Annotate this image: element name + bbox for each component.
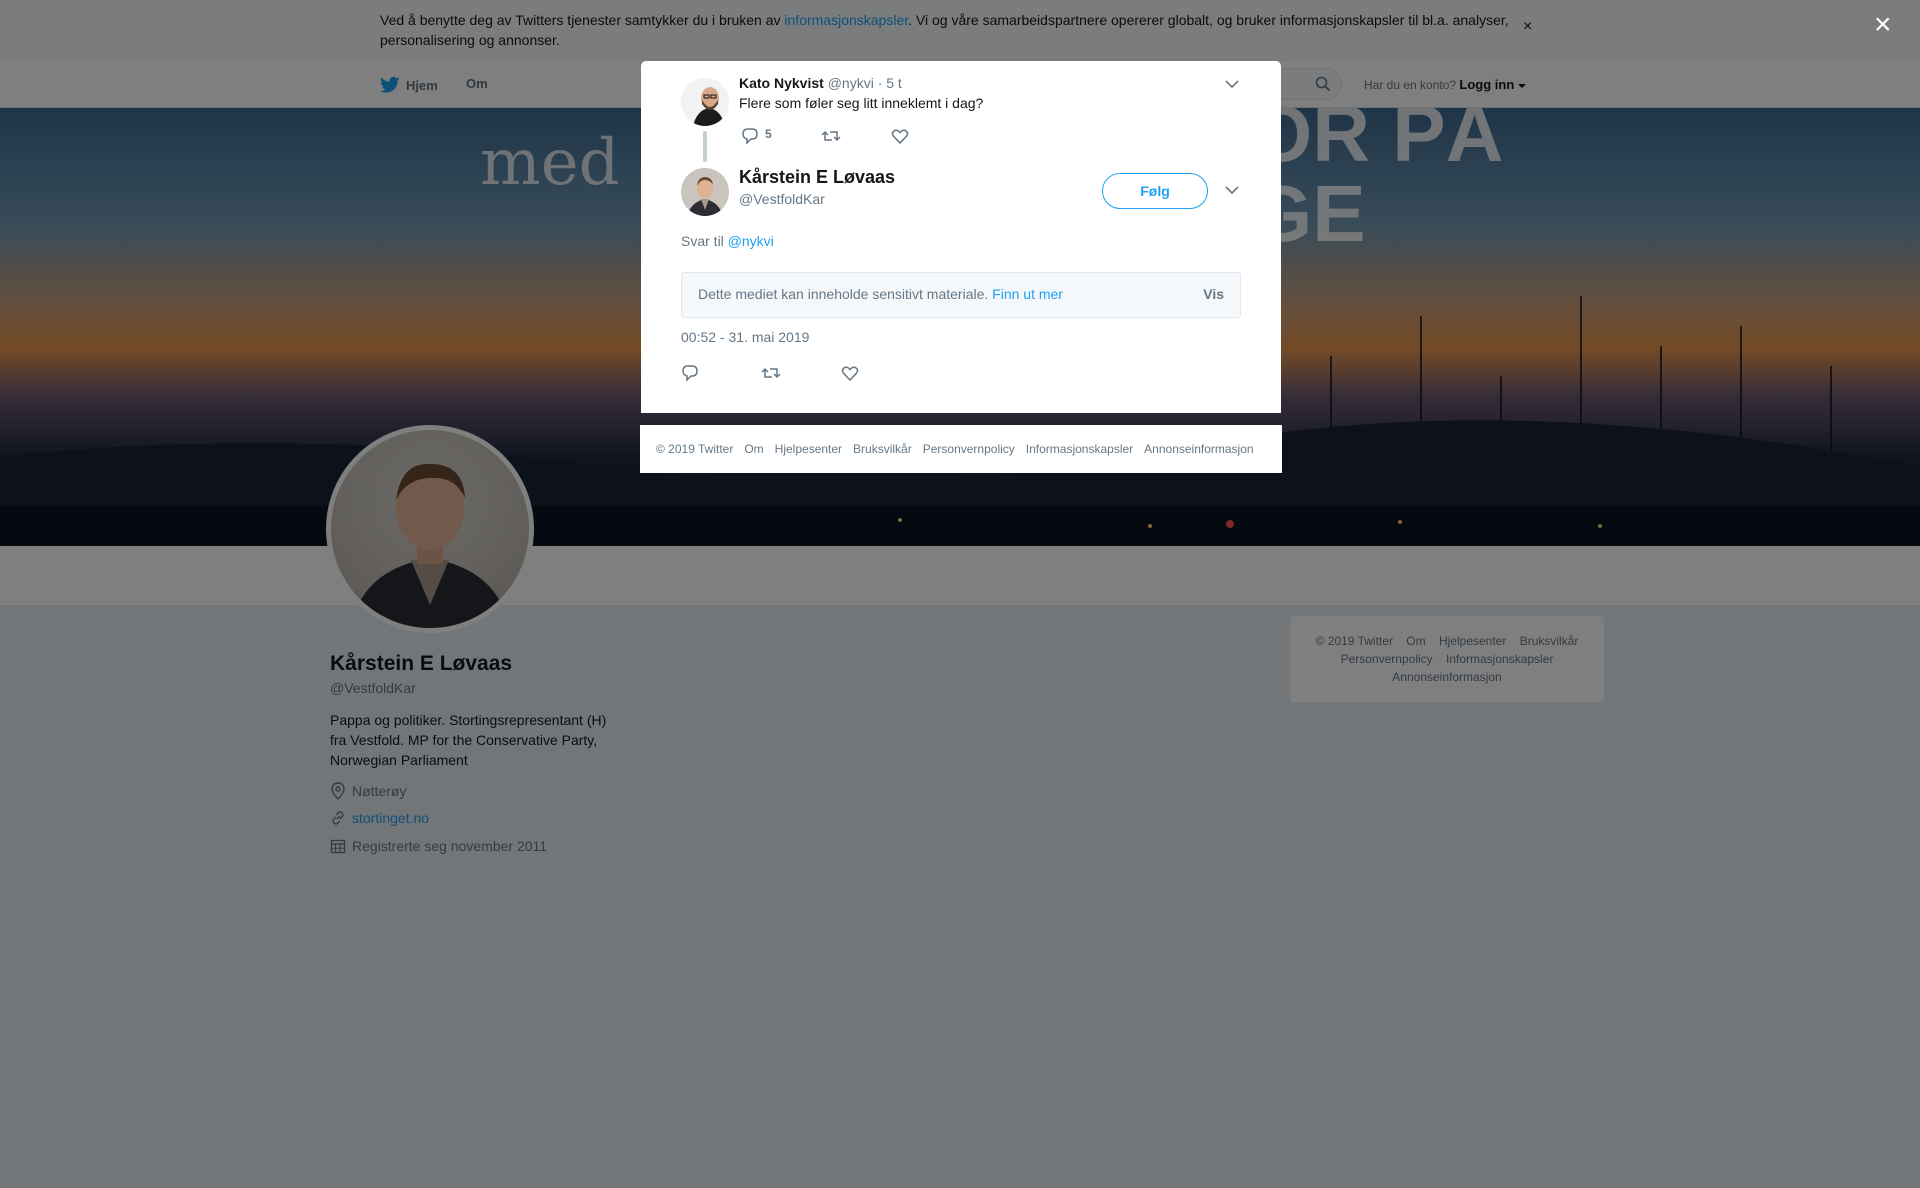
parent-reply-action[interactable]: 5 [741,127,821,145]
follow-button[interactable]: Følg [1102,173,1208,209]
parent-reply-count: 5 [765,127,772,141]
tweet-avatar-photo [681,168,729,216]
tweet-modal: Kato Nykvist @nykvi · 5 t Flere som føle… [641,61,1281,413]
show-media-button[interactable]: Vis [1203,286,1224,302]
reply-icon[interactable] [741,127,759,145]
tweet-author-avatar[interactable] [681,168,729,216]
retweet-icon[interactable] [821,127,841,145]
modal-footer-privacy[interactable]: Personvernpolicy [923,442,1015,456]
sensitive-text: Dette mediet kan inneholde sensitivt mat… [698,286,989,302]
reply-to-label: Svar til [681,233,724,249]
chevron-down-icon[interactable] [1225,185,1239,195]
modal-footer-cookies[interactable]: Informasjonskapsler [1026,442,1133,456]
modal-footer: © 2019 Twitter Om Hjelpesenter Bruksvilk… [640,425,1282,473]
modal-footer-copyright: © 2019 Twitter [656,442,734,456]
like-icon[interactable] [891,127,909,145]
sensitive-message: Dette mediet kan inneholde sensitivt mat… [698,286,1063,302]
tweet-author-handle[interactable]: @VestfoldKar [739,191,825,207]
sensitive-media-notice: Dette mediet kan inneholde sensitivt mat… [681,272,1241,318]
parent-tweet-header: Kato Nykvist @nykvi · 5 t [739,75,902,91]
reply-context: Svar til @nykvi [681,233,774,249]
reply-icon[interactable] [681,364,699,382]
modal-footer-help[interactable]: Hjelpesenter [775,442,842,456]
close-icon[interactable]: × [1874,10,1892,40]
parent-tweet-name[interactable]: Kato Nykvist [739,75,824,91]
parent-tweet-text: Flere som føler seg litt inneklemt i dag… [739,95,984,111]
parent-tweet-avatar[interactable] [681,78,729,126]
tweet-actions [681,364,859,382]
modal-footer-about[interactable]: Om [744,442,763,456]
reply-to-handle[interactable]: @nykvi [728,233,774,249]
parent-like-action[interactable] [891,127,909,145]
chevron-down-icon[interactable] [1225,79,1239,89]
tweet-timestamp[interactable]: 00:52 - 31. mai 2019 [681,329,809,345]
thread-line [703,131,707,162]
parent-tweet-time[interactable]: · 5 t [878,75,902,91]
parent-retweet-action[interactable] [821,127,891,145]
retweet-icon[interactable] [761,364,781,382]
like-icon[interactable] [841,364,859,382]
retweet-action[interactable] [761,364,841,382]
parent-avatar-photo [681,78,729,126]
reply-action[interactable] [681,364,761,382]
parent-tweet-actions: 5 [741,127,909,145]
parent-tweet-handle[interactable]: @nykvi [828,75,874,91]
learn-more-link[interactable]: Finn ut mer [992,286,1063,302]
modal-footer-ads[interactable]: Annonseinformasjon [1144,442,1253,456]
like-action[interactable] [841,364,859,382]
tweet-author-name[interactable]: Kårstein E Løvaas [739,167,895,188]
modal-footer-terms[interactable]: Bruksvilkår [853,442,912,456]
